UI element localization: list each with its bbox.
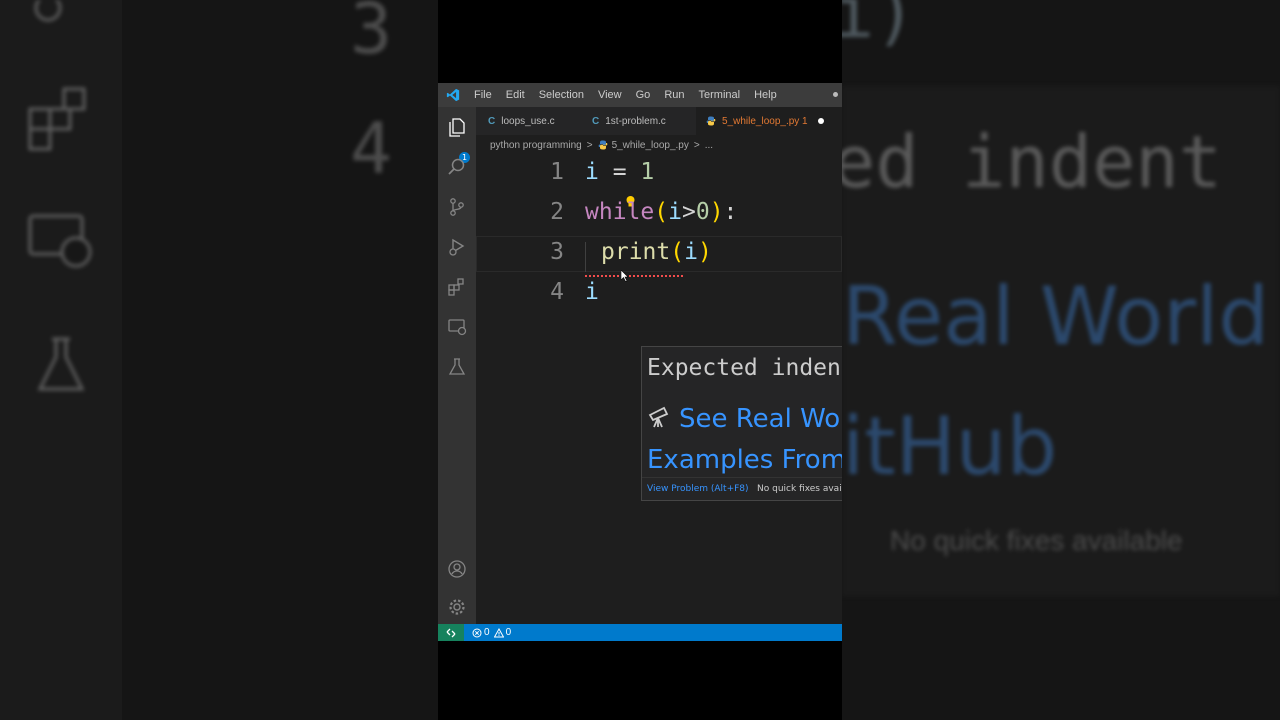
vscode-window: File Edit Selection View Go Run Terminal… (438, 83, 842, 641)
code-token: while (585, 199, 655, 225)
code-token: i (684, 239, 698, 265)
tab-loops-use[interactable]: C loops_use.c (488, 107, 555, 135)
blurred-background-right: i) ed indent Real World itHub No quick f… (842, 0, 1280, 720)
error-icon (472, 628, 482, 637)
code-line-3[interactable]: print(i) (601, 239, 712, 265)
source-control-icon[interactable] (447, 197, 467, 217)
code-token: i (585, 159, 599, 185)
menu-edit[interactable]: Edit (506, 89, 525, 101)
code-line-4[interactable]: i (585, 279, 599, 305)
code-token: print (601, 239, 671, 265)
blurred-message: ed indent (842, 120, 1223, 204)
vscode-logo-icon (446, 88, 460, 102)
settings-gear-icon[interactable] (447, 597, 467, 617)
testing-icon[interactable] (447, 357, 467, 377)
tab-label: loops_use.c (501, 115, 555, 127)
blurred-footer: No quick fixes available (890, 525, 1183, 556)
code-token: i (668, 199, 682, 225)
mouse-cursor-icon (621, 270, 629, 282)
telescope-icon (648, 406, 669, 428)
line-number: 4 (550, 279, 564, 305)
tab-1st-problem[interactable]: C 1st-problem.c (592, 107, 666, 135)
accounts-icon[interactable] (447, 559, 467, 579)
testing-icon (37, 337, 85, 391)
code-line-2[interactable]: while(i>0): (585, 199, 737, 225)
code-token: ) (697, 239, 712, 265)
code-token: = (598, 159, 641, 185)
tab-5-while-loop[interactable]: 5_while_loop_.py 1 (696, 107, 842, 135)
problems-status[interactable]: 0 0 (472, 627, 511, 638)
error-message: Expected indent (647, 355, 842, 381)
tab-label: 5_while_loop_.py 1 (722, 115, 808, 127)
python-icon (598, 140, 607, 150)
debug-icon (34, 0, 62, 22)
code-token: 0 (695, 199, 710, 225)
error-count: 0 (484, 627, 490, 638)
view-problem-link[interactable]: View Problem (Alt+F8) (647, 484, 749, 494)
tab-bar: C loops_use.c C 1st-problem.c 5_while_lo… (476, 107, 842, 135)
c-file-icon: C (592, 115, 600, 127)
menu-go[interactable]: Go (636, 89, 651, 101)
code-token: i (585, 279, 599, 305)
blurred-link: itHub (842, 400, 1058, 493)
tab-label: 1st-problem.c (605, 115, 666, 127)
code-token: ( (670, 239, 685, 265)
line-number: 3 (550, 239, 564, 265)
error-squiggle (585, 273, 683, 277)
c-file-icon: C (488, 115, 496, 127)
search-icon[interactable] (447, 157, 467, 177)
warning-count: 0 (505, 627, 512, 638)
menu-terminal[interactable]: Terminal (699, 89, 741, 101)
blurred-link: Real World (842, 270, 1270, 363)
menu-help[interactable]: Help (754, 89, 777, 101)
code-token: > (681, 199, 696, 225)
warning-icon (493, 627, 504, 637)
menu-run[interactable]: Run (664, 89, 684, 101)
menu-selection[interactable]: Selection (539, 89, 584, 101)
status-bar: 0 0 (438, 624, 842, 641)
blurred-line-number: 4 (350, 108, 393, 190)
title-bar: File Edit Selection View Go Run Terminal… (438, 83, 842, 107)
code-token: : (723, 199, 738, 225)
breadcrumb-separator: > (693, 139, 700, 151)
extensions-icon (28, 87, 86, 151)
blurred-code: i) (842, 0, 917, 54)
run-debug-icon[interactable] (447, 237, 467, 257)
remote-indicator[interactable] (438, 624, 464, 641)
remote-explorer-icon[interactable] (447, 317, 467, 337)
code-token: 1 (640, 159, 655, 185)
blurred-background-left: 3 4 (0, 0, 438, 720)
python-icon (706, 116, 716, 126)
code-token: ) (709, 199, 724, 225)
line-number: 2 (550, 199, 564, 225)
indent-guide (585, 242, 586, 272)
code-editor[interactable]: 1 2 3 4 i = 1 while(i>0): print(i) i Exp… (476, 155, 842, 615)
remote-icon (446, 628, 456, 637)
problem-hover-widget: Expected indent See Real World Examples … (641, 346, 842, 501)
unsaved-indicator (833, 92, 838, 97)
activity-bar: 1 (438, 107, 476, 624)
breadcrumb: python programming > 5_while_loop_.py > … (490, 137, 718, 153)
breadcrumb-separator: > (586, 139, 593, 151)
hover-status-bar: View Problem (Alt+F8) No quick fixes ava… (642, 477, 842, 500)
code-token: ( (654, 199, 669, 225)
extensions-icon[interactable] (447, 277, 467, 297)
remote-explorer-icon (28, 214, 92, 268)
menu-view[interactable]: View (598, 89, 622, 101)
breadcrumb-file[interactable]: 5_while_loop_.py (612, 140, 689, 151)
breadcrumb-folder[interactable]: python programming (490, 140, 582, 151)
menu-file[interactable]: File (474, 89, 492, 101)
breadcrumb-more[interactable]: ... (705, 140, 713, 151)
explorer-icon[interactable] (447, 117, 467, 137)
quick-fix-status: No quick fixes available (757, 484, 842, 494)
line-number: 1 (550, 159, 564, 185)
code-line-1[interactable]: i = 1 (585, 159, 654, 185)
modified-dot-icon[interactable] (817, 118, 824, 124)
blurred-line-number: 3 (350, 0, 393, 70)
